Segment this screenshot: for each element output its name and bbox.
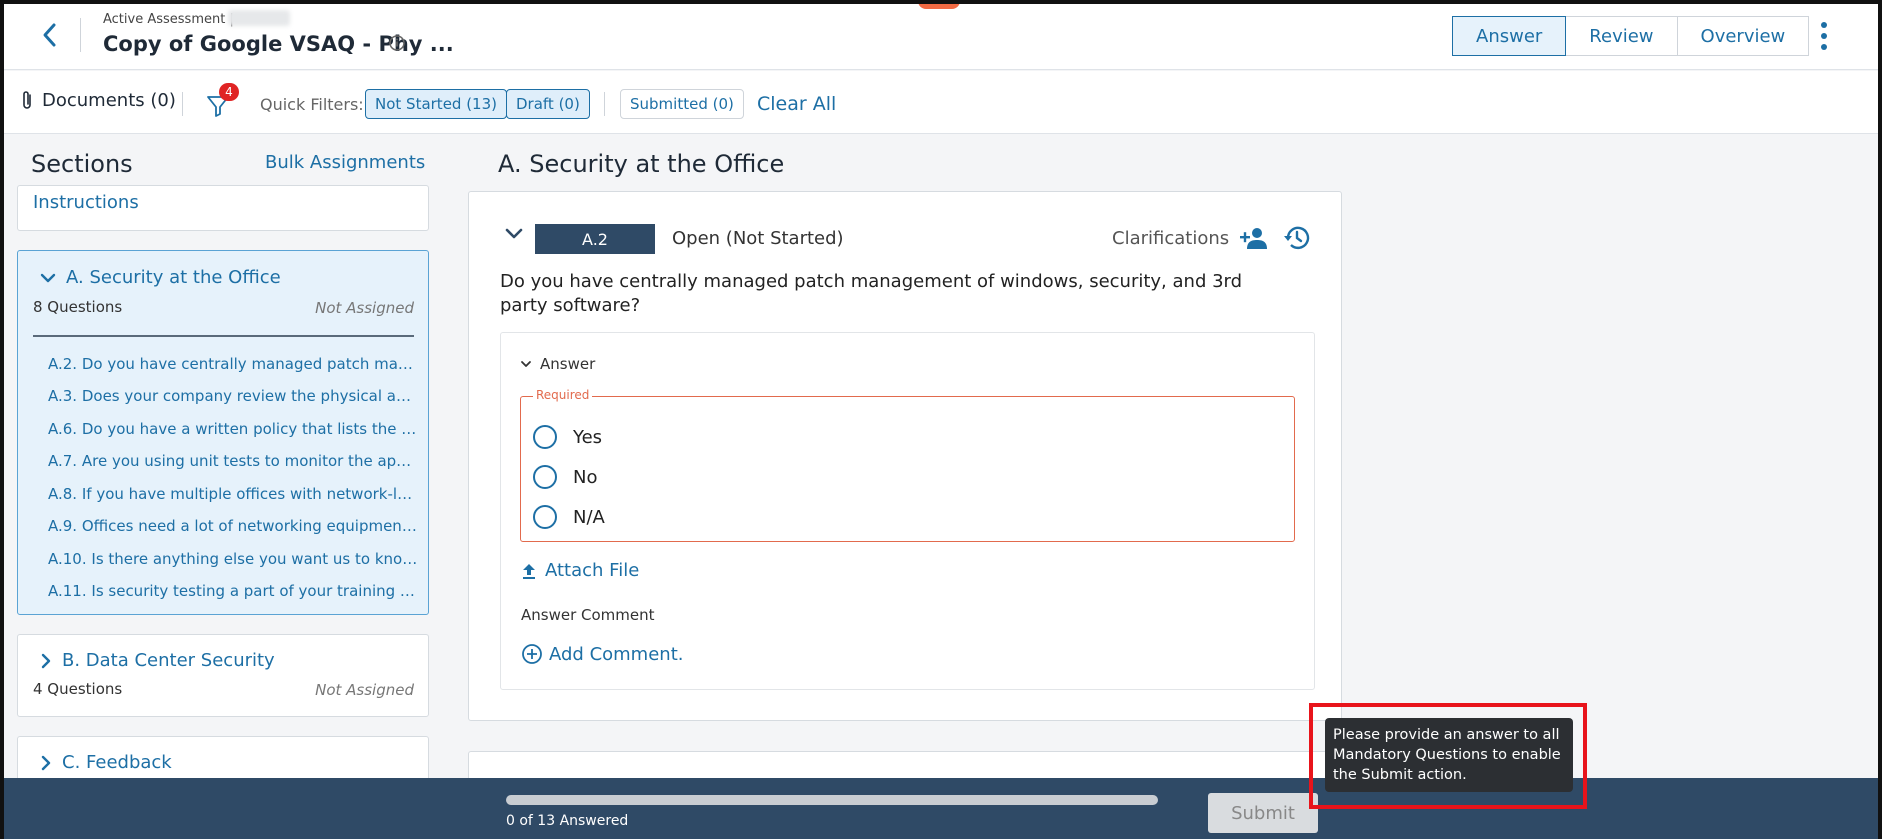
question-link-a2[interactable]: A.2. Do you have centrally managed patch… <box>48 355 420 373</box>
documents-button[interactable]: Documents (0) <box>20 89 176 111</box>
section-b-header[interactable]: B. Data Center Security <box>40 650 275 671</box>
back-button[interactable] <box>34 18 64 52</box>
clarifications-label[interactable]: Clarifications <box>1112 228 1229 249</box>
tab-review[interactable]: Review <box>1565 16 1678 56</box>
submit-button[interactable]: Submit <box>1208 793 1318 833</box>
required-label: Required <box>533 388 593 402</box>
section-b-title: B. Data Center Security <box>62 650 275 671</box>
answer-label: Answer <box>540 355 596 373</box>
header-divider <box>80 18 81 52</box>
section-a-header[interactable]: A. Security at the Office <box>40 267 281 288</box>
attach-file-button[interactable]: Attach File <box>521 560 639 581</box>
instructions-link[interactable]: Instructions <box>33 192 139 213</box>
radio-button[interactable] <box>533 505 557 529</box>
chevron-right-icon <box>41 653 51 668</box>
progress-bar <box>506 795 1158 805</box>
answer-comment-label: Answer Comment <box>521 606 655 624</box>
section-card-a: A. Security at the Office 8 Questions No… <box>17 250 429 615</box>
info-icon[interactable] <box>388 34 406 52</box>
filter-divider <box>182 92 183 116</box>
question-card: A.2 Open (Not Started) Clarifications Do… <box>468 191 1342 721</box>
plus-circle-icon <box>522 644 542 664</box>
add-comment-button[interactable]: Add Comment. <box>521 643 683 665</box>
answered-count: 0 of 13 Answered <box>506 813 629 829</box>
current-section-title: A. Security at the Office <box>498 150 785 178</box>
app-header: Active Assessment | Copy of Google VSAQ … <box>0 0 1882 70</box>
section-c-title: C. Feedback <box>62 752 172 773</box>
assessment-status-label: Active Assessment | <box>103 12 234 27</box>
option-label: No <box>573 466 598 488</box>
tab-answer[interactable]: Answer <box>1452 16 1567 56</box>
redacted-text <box>228 10 290 26</box>
chip-draft[interactable]: Draft (0) <box>506 89 590 119</box>
bulk-assignments-link[interactable]: Bulk Assignments <box>265 152 425 173</box>
answer-panel: Answer Required Yes No N/A Attach File A… <box>500 332 1315 690</box>
quick-filters-label: Quick Filters: <box>260 95 364 114</box>
question-link-a6[interactable]: A.6. Do you have a written policy that l… <box>48 420 420 438</box>
required-fieldset: Required Yes No N/A <box>520 388 1295 542</box>
question-text: Do you have centrally managed patch mana… <box>500 271 1243 316</box>
section-card-b: B. Data Center Security 4 Questions Not … <box>17 634 429 717</box>
assign-person-icon[interactable] <box>1239 225 1269 251</box>
option-yes[interactable]: Yes <box>533 425 602 449</box>
question-link-a11[interactable]: A.11. Is security testing a part of your… <box>48 582 420 600</box>
option-no[interactable]: No <box>533 465 597 489</box>
history-icon[interactable] <box>1283 224 1311 252</box>
answer-toggle[interactable]: Answer <box>520 355 595 373</box>
attach-file-label: Attach File <box>545 560 640 581</box>
section-b-count: 4 Questions <box>33 680 123 698</box>
section-a-title: A. Security at the Office <box>66 267 281 288</box>
add-comment-label: Add Comment. <box>549 643 684 665</box>
question-link-a9[interactable]: A.9. Offices need a lot of networking eq… <box>48 517 420 535</box>
footer-bar: 0 of 13 Answered Submit <box>0 778 1882 839</box>
option-label: Yes <box>573 426 603 448</box>
tab-overview[interactable]: Overview <box>1676 16 1810 56</box>
section-a-assignee: Not Assigned <box>315 299 414 317</box>
question-link-a8[interactable]: A.8. If you have multiple offices with n… <box>48 485 420 503</box>
filter-count-badge: 4 <box>219 83 239 101</box>
notification-tab[interactable] <box>918 0 960 9</box>
question-link-a3[interactable]: A.3. Does your company review the physic… <box>48 387 420 405</box>
more-options-icon[interactable] <box>1812 18 1836 54</box>
section-divider <box>33 335 414 337</box>
question-id-badge: A.2 <box>535 224 655 254</box>
upload-icon <box>523 563 535 579</box>
section-a-count: 8 Questions <box>33 298 123 316</box>
radio-button[interactable] <box>533 425 557 449</box>
submit-tooltip: Please provide an answer to all Mandator… <box>1325 718 1573 792</box>
question-link-a10[interactable]: A.10. Is there anything else you want us… <box>48 550 420 568</box>
chevron-down-icon <box>521 361 531 367</box>
option-na[interactable]: N/A <box>533 505 605 529</box>
view-tabs: Answer Review Overview <box>1452 16 1810 56</box>
question-status: Open (Not Started) <box>672 228 844 249</box>
section-b-assignee: Not Assigned <box>315 681 414 699</box>
filter-divider <box>604 92 605 116</box>
question-link-a7[interactable]: A.7. Are you using unit tests to monitor… <box>48 452 420 470</box>
sections-heading: Sections <box>31 150 133 178</box>
clear-all-link[interactable]: Clear All <box>757 93 836 115</box>
chevron-left-icon <box>43 23 56 47</box>
documents-label: Documents (0) <box>42 89 176 111</box>
option-label: N/A <box>573 506 605 528</box>
collapse-chevron-icon[interactable] <box>504 226 524 242</box>
instructions-card[interactable]: Instructions <box>17 185 429 231</box>
section-c-header[interactable]: C. Feedback <box>40 752 172 773</box>
paperclip-icon <box>23 91 31 109</box>
chip-submitted[interactable]: Submitted (0) <box>620 89 744 119</box>
chip-not-started[interactable]: Not Started (13) <box>365 89 507 119</box>
chevron-down-icon <box>40 273 56 282</box>
filter-bar: Documents (0) 4 Quick Filters: Not Start… <box>0 71 1882 134</box>
radio-button[interactable] <box>533 465 557 489</box>
chevron-right-icon <box>41 755 51 770</box>
